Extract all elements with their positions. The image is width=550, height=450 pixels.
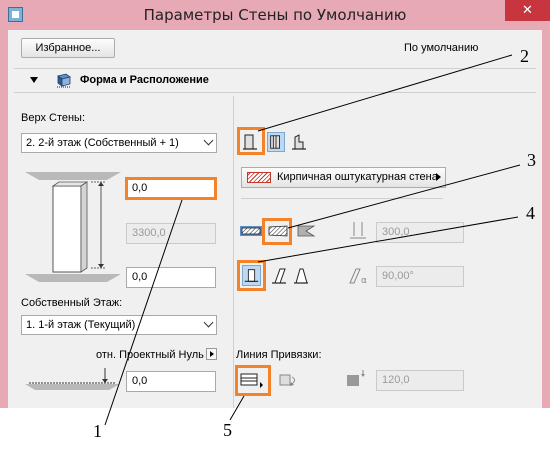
chevron-down-icon xyxy=(203,135,214,146)
double-slanted-wall-icon[interactable] xyxy=(292,266,310,286)
polygonal-wall-icon[interactable] xyxy=(296,223,316,239)
dialog-body: Избранное... По умолчанию Форма и Распол… xyxy=(8,30,542,408)
panel-divider xyxy=(233,96,234,408)
slant-angle-icon: α xyxy=(349,268,367,286)
wall-top-select[interactable]: 2. 2-й этаж (Собственный + 1) xyxy=(21,133,217,153)
callout-1-number: 1 xyxy=(93,421,102,441)
title-bar[interactable]: Параметры Стены по Умолчанию ✕ xyxy=(0,0,550,30)
section-title: Форма и Расположение xyxy=(80,74,209,86)
section-header[interactable]: Форма и Расположение xyxy=(14,70,536,90)
reference-line-label: Линия Привязки: xyxy=(236,349,322,361)
divider xyxy=(14,68,536,69)
collapse-triangle-icon[interactable] xyxy=(30,77,38,83)
callout-4-highlight xyxy=(237,260,266,291)
callout-1-highlight xyxy=(125,177,217,200)
window-title: Параметры Стены по Умолчанию xyxy=(143,6,407,24)
default-label: По умолчанию xyxy=(404,42,479,54)
wall-section-illustration xyxy=(25,172,121,282)
wall-top-value: 2. 2-й этаж (Собственный + 1) xyxy=(26,137,179,149)
wall-top-label: Верх Стены: xyxy=(21,112,86,124)
dialog-window: Параметры Стены по Умолчанию ✕ Избранное… xyxy=(0,0,550,408)
callout-3-highlight xyxy=(262,218,292,245)
reference-offset-icon xyxy=(347,370,365,386)
home-story-label: Собственный Этаж: xyxy=(21,297,123,309)
chevron-down-icon xyxy=(203,317,214,328)
svg-text:α: α xyxy=(361,276,367,286)
callout-2-highlight xyxy=(237,127,265,155)
straight-wall-icon[interactable] xyxy=(239,223,263,239)
favorites-button[interactable]: Избранное... xyxy=(21,38,115,58)
callout-5-number: 5 xyxy=(223,420,232,440)
wall-thickness-field: 300,0 xyxy=(376,222,464,243)
wall-thickness-icon xyxy=(350,222,366,239)
callout-4-number: 4 xyxy=(526,203,535,223)
home-story-value: 1. 1-й этаж (Текущий) xyxy=(26,319,136,331)
bottom-offset-field[interactable]: 0,0 xyxy=(126,267,216,288)
material-label: Кирпичная оштукатурная стена xyxy=(277,171,438,183)
profile-wall-icon[interactable] xyxy=(290,132,308,152)
divider xyxy=(241,198,443,199)
material-swatch xyxy=(247,172,271,183)
flip-reference-line-icon[interactable] xyxy=(278,370,300,390)
home-story-select[interactable]: 1. 1-й этаж (Текущий) xyxy=(21,315,217,335)
divider xyxy=(14,92,536,93)
base-offset-illustration xyxy=(25,368,120,390)
base-offset-field[interactable]: 0,0 xyxy=(126,371,216,392)
reference-arrow-button[interactable] xyxy=(206,348,217,360)
wall-height-field: 3300,0 xyxy=(126,223,216,244)
callout-5-highlight xyxy=(235,365,271,396)
building-material-button[interactable]: Кирпичная оштукатурная стена xyxy=(241,167,446,188)
callout-3-number: 3 xyxy=(527,150,536,170)
callout-2-number: 2 xyxy=(520,46,529,66)
reference-offset-field: 120,0 xyxy=(376,370,464,391)
composite-wall-icon[interactable] xyxy=(267,132,285,152)
slant-angle-field: 90,00° xyxy=(376,266,464,287)
close-button[interactable]: ✕ xyxy=(505,0,550,21)
wall-3d-icon xyxy=(57,73,71,88)
slanted-wall-icon[interactable] xyxy=(270,266,288,286)
reference-zero-label: отн. Проектный Нуль xyxy=(96,349,204,361)
material-popup-arrow-icon xyxy=(436,173,441,181)
